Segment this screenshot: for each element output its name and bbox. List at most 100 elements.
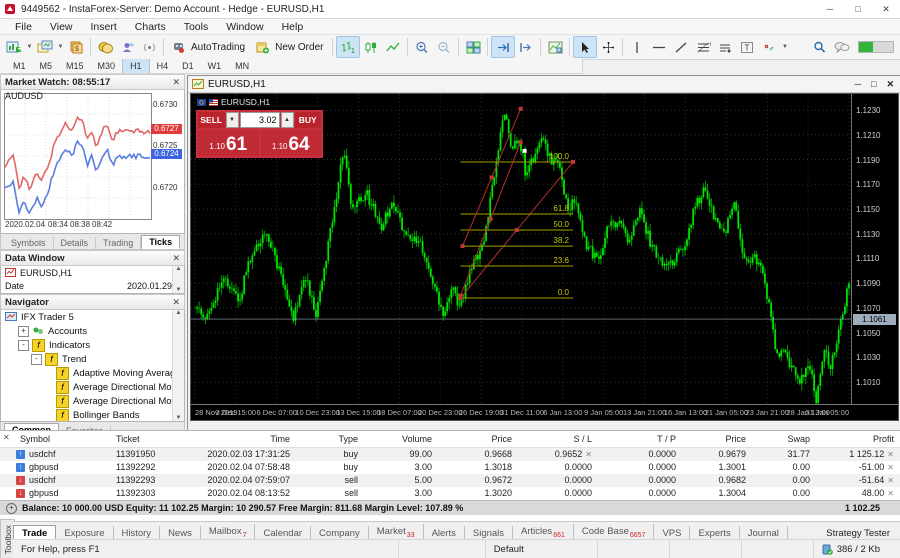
profiles-icon[interactable] — [34, 37, 56, 57]
volume-input[interactable] — [240, 112, 280, 128]
indicators-list-icon[interactable] — [544, 37, 566, 57]
column-header-sl[interactable]: S / L — [518, 431, 598, 447]
autotrading-label[interactable]: AutoTrading — [191, 42, 245, 53]
volume-down-button[interactable]: ▼ — [226, 112, 239, 128]
menu-view[interactable]: View — [41, 21, 82, 33]
expand-icon[interactable]: + — [18, 326, 29, 337]
navigator-item-ifx-trader-5[interactable]: IFX Trader 5 — [1, 310, 184, 324]
column-header-swap[interactable]: Swap — [752, 431, 816, 447]
new-chart-icon[interactable] — [3, 37, 25, 57]
column-header-price[interactable]: Price — [438, 431, 518, 447]
data-window-close-icon[interactable]: ✕ — [172, 253, 180, 264]
search-icon[interactable] — [813, 41, 826, 54]
history-center-icon[interactable]: $ — [65, 37, 87, 57]
column-header-tp[interactable]: T / P — [598, 431, 682, 447]
menu-charts[interactable]: Charts — [126, 21, 175, 33]
new-order-icon[interactable] — [251, 37, 273, 57]
menu-file[interactable]: File — [6, 21, 41, 33]
chart-close-button[interactable]: ✕ — [886, 79, 894, 90]
sell-button[interactable]: SELL — [198, 112, 225, 128]
line-chart-icon[interactable] — [382, 37, 404, 57]
zoom-in-icon[interactable] — [411, 37, 433, 57]
data-window-date-row[interactable]: Date 2020.01.29 — [1, 279, 184, 292]
chat-icon[interactable] — [834, 41, 850, 53]
text-label-icon[interactable]: T — [736, 37, 758, 57]
close-button[interactable]: ✕ — [872, 0, 900, 18]
sell-price[interactable]: 1.10 61 — [198, 130, 259, 156]
navigator-item-indicators[interactable]: -fIndicators — [1, 338, 184, 352]
chart-shift-icon[interactable] — [515, 37, 537, 57]
auto-scroll-icon[interactable] — [491, 36, 515, 58]
timeframe-m15[interactable]: M15 — [59, 59, 91, 73]
minimize-button[interactable]: ─ — [816, 0, 844, 18]
chart-maximize-button[interactable]: □ — [871, 79, 876, 90]
market-watch-tab-details[interactable]: Details — [54, 237, 97, 249]
close-position-icon[interactable]: ✕ — [887, 463, 894, 472]
toolbox-close-icon[interactable]: ✕ — [3, 433, 10, 442]
crosshair-icon[interactable] — [597, 37, 619, 57]
timeframe-h1[interactable]: H1 — [122, 59, 150, 73]
column-header-type[interactable]: Type — [296, 431, 364, 447]
column-header-time[interactable]: Time — [196, 431, 296, 447]
close-position-icon[interactable]: ✕ — [887, 450, 894, 459]
timeframe-m1[interactable]: M1 — [6, 59, 33, 73]
chart-window-titlebar[interactable]: EURUSD,H1 ─ □ ✕ — [188, 76, 900, 93]
close-position-icon[interactable]: ✕ — [887, 476, 894, 485]
status-profile[interactable]: Default — [486, 540, 598, 558]
timeframe-m30[interactable]: M30 — [91, 59, 123, 73]
timeframe-mn[interactable]: MN — [228, 59, 256, 73]
horizontal-line-icon[interactable] — [648, 37, 670, 57]
column-header-symbol[interactable]: Symbol — [14, 431, 110, 447]
timeframe-d1[interactable]: D1 — [175, 59, 201, 73]
navigator-item-average-directional-movement[interactable]: fAverage Directional Movement — [1, 394, 184, 408]
autotrading-icon[interactable] — [167, 37, 189, 57]
position-row[interactable]: ↓usdchf113922932020.02.04 07:59:07sell5.… — [0, 474, 900, 487]
navigator-item-average-directional-movement[interactable]: fAverage Directional Movement — [1, 380, 184, 394]
maximize-button[interactable]: □ — [844, 0, 872, 18]
tile-windows-icon[interactable] — [462, 37, 484, 57]
close-position-icon[interactable]: ✕ — [887, 489, 894, 498]
data-window-scrollbar[interactable]: ▲▼ — [172, 266, 184, 293]
navigator-item-bollinger-bands[interactable]: fBollinger Bands — [1, 408, 184, 422]
market-watch-tab-ticks[interactable]: Ticks — [141, 235, 180, 249]
arrows-dropdown-icon[interactable]: ▼ — [780, 44, 789, 50]
signals-icon[interactable] — [138, 37, 160, 57]
menu-window[interactable]: Window — [217, 21, 272, 33]
position-row[interactable]: ↑usdchf113919502020.02.03 17:31:25buy99.… — [0, 448, 900, 461]
menu-help[interactable]: Help — [273, 21, 313, 33]
arrows-icon[interactable] — [758, 37, 780, 57]
menu-tools[interactable]: Tools — [175, 21, 218, 33]
timeframe-h4[interactable]: H4 — [150, 59, 176, 73]
market-watch-tab-trading[interactable]: Trading — [96, 237, 141, 249]
column-header-price[interactable]: Price — [682, 431, 752, 447]
deposit-icon[interactable] — [94, 37, 116, 57]
menu-insert[interactable]: Insert — [82, 21, 126, 33]
data-window-symbol-row[interactable]: EURUSD,H1 — [1, 266, 184, 279]
chart-area[interactable]: 0.023.638.250.061.8100.0 1.12301.12101.1… — [190, 93, 899, 421]
buy-button[interactable]: BUY — [295, 112, 322, 128]
resize-grip[interactable] — [888, 540, 900, 558]
navigator-close-icon[interactable]: ✕ — [172, 297, 180, 308]
market-watch-tick-chart[interactable]: AUDUSD 0.67300.67250.67200.67270.6724 20… — [0, 90, 185, 234]
market-watch-close-icon[interactable]: ✕ — [172, 77, 180, 88]
position-row[interactable]: ↓gbpusd113923032020.02.04 08:13:52sell3.… — [0, 487, 900, 500]
cursor-icon[interactable] — [573, 36, 597, 58]
profiles-dropdown-icon[interactable]: ▼ — [56, 44, 65, 50]
navigator-item-accounts[interactable]: +Accounts — [1, 324, 184, 338]
candles-icon[interactable] — [360, 37, 382, 57]
new-order-label[interactable]: New Order — [275, 42, 323, 53]
column-header-volume[interactable]: Volume — [364, 431, 438, 447]
navigator-scrollbar[interactable]: ▲▼ — [172, 310, 184, 421]
timeframe-m5[interactable]: M5 — [33, 59, 60, 73]
navigator-item-adaptive-moving-average[interactable]: fAdaptive Moving Average — [1, 366, 184, 380]
bar-chart-icon[interactable]: 1 — [336, 36, 360, 58]
fibonacci-icon[interactable]: f — [692, 37, 714, 57]
collapse-icon[interactable]: - — [18, 340, 29, 351]
column-header-profit[interactable]: Profit — [816, 431, 900, 447]
community-icon[interactable] — [116, 37, 138, 57]
volume-up-button[interactable]: ▲ — [281, 112, 294, 128]
chart-minimize-button[interactable]: ─ — [855, 79, 861, 90]
navigator-item-trend[interactable]: -fTrend — [1, 352, 184, 366]
timeframe-w1[interactable]: W1 — [201, 59, 229, 73]
market-watch-tab-symbols[interactable]: Symbols — [4, 237, 54, 249]
